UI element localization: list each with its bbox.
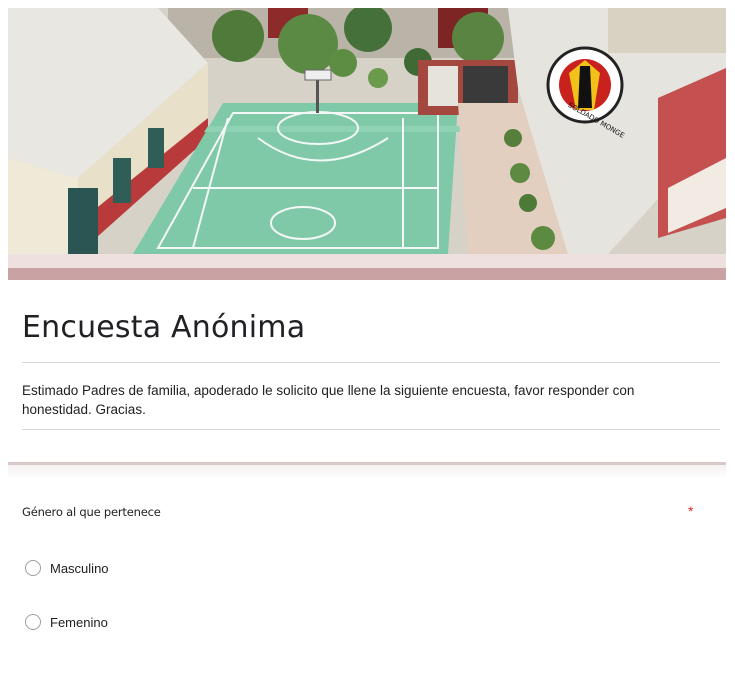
- header-strip-light: [8, 254, 726, 268]
- option-label: Masculino: [50, 560, 109, 576]
- section-divider-shadow: [8, 465, 726, 479]
- title-divider: [22, 362, 720, 363]
- form-page: SOLDADO MONGE Encuesta Anónima Estimado …: [0, 0, 735, 694]
- header-strip-accent: [8, 268, 726, 280]
- form-description: Estimado Padres de familia, apoderado le…: [22, 383, 635, 417]
- option-masculino[interactable]: Masculino: [22, 556, 720, 580]
- radio-circle-icon[interactable]: [25, 614, 41, 630]
- radio-circle-icon[interactable]: [25, 560, 41, 576]
- question-label: Género al que pertenece: [22, 505, 161, 519]
- required-asterisk: *: [688, 503, 694, 519]
- option-femenino[interactable]: Femenino: [22, 610, 720, 634]
- form-title-card: Encuesta Anónima Estimado Padres de fami…: [22, 290, 720, 430]
- option-label: Femenino: [50, 614, 108, 630]
- question-gender: Género al que pertenece * Masculino Feme…: [22, 503, 720, 634]
- header-banner-image: SOLDADO MONGE: [8, 8, 726, 254]
- description-divider: [22, 429, 720, 430]
- form-title: Encuesta Anónima: [22, 310, 306, 345]
